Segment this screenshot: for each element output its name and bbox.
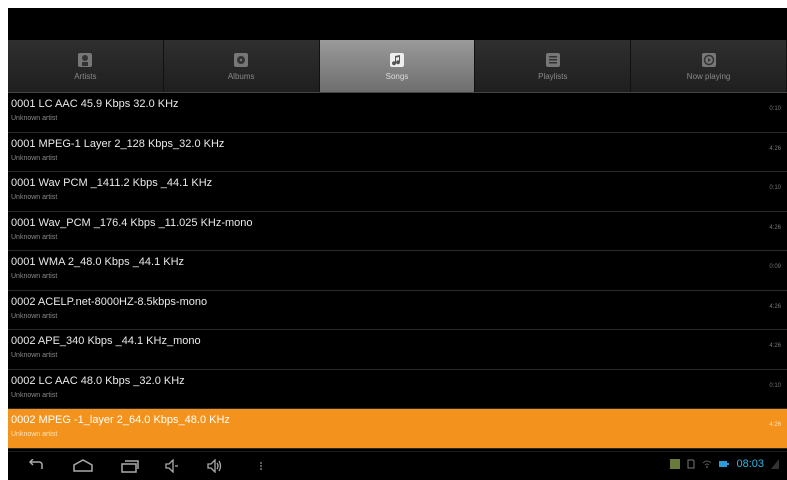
tab-label: Albums <box>227 71 255 81</box>
song-title: 0001 WMA 2_48.0 Kbps _44.1 KHz <box>11 256 185 268</box>
wifi-icon <box>703 460 712 468</box>
song-title: 0002 APE_340 Kbps _44.1 KHz_mono <box>11 335 201 347</box>
list-item[interactable]: 0002 ACELP.net-8000HZ-8.5kbps-mono Unkno… <box>8 290 787 330</box>
list-item[interactable]: 0001 LC AAC 45.9 Kbps 32.0 KHz Unknown a… <box>8 93 787 133</box>
song-artist: Unknown artist <box>11 115 58 122</box>
song-artist: Unknown artist <box>11 312 58 320</box>
song-title: 0001 MPEG-1 Layer 2_128 Kbps_32.0 KHz <box>11 137 225 150</box>
song-artist: Unknown artist <box>11 194 58 201</box>
song-artist: Unknown artist <box>11 431 58 438</box>
playlist-icon <box>545 52 560 67</box>
list-item[interactable]: 0002 APE_340 Kbps _44.1 KHz_mono Unknown… <box>8 330 787 370</box>
top-bar <box>8 8 787 40</box>
battery-icon <box>719 461 730 467</box>
music-app-screen: Artists Albums Songs Playlists Now playi… <box>8 8 787 480</box>
song-artist: Unknown artist <box>11 154 58 162</box>
song-duration: 0:10 <box>769 185 781 191</box>
song-artist: Unknown artist <box>11 273 58 280</box>
status-area[interactable]: 08:03 <box>670 458 779 470</box>
menu-icon[interactable] <box>258 459 264 473</box>
tab-now-playing[interactable]: Now playing <box>631 40 787 92</box>
list-item[interactable]: 0001 Wav PCM _1411.2 Kbps _44.1 KHz Unkn… <box>8 172 787 212</box>
list-item[interactable]: 0001 MPEG-1 Layer 2_128 Kbps_32.0 KHz Un… <box>8 132 787 172</box>
song-title: 0002 ACELP.net-8000HZ-8.5kbps-mono <box>11 295 208 308</box>
tab-label: Playlists <box>538 71 568 81</box>
songs-icon <box>389 52 404 67</box>
list-item-selected[interactable]: 0002 MPEG -1_layer 2_64.0 Kbps_48.0 KHz … <box>8 409 787 449</box>
song-duration: 0:10 <box>769 106 781 112</box>
sd-card-icon <box>687 459 695 469</box>
list-item[interactable]: 0001 WMA 2_48.0 Kbps _44.1 KHz Unknown a… <box>8 251 787 291</box>
list-item[interactable]: 0001 Wav_PCM _176.4 Kbps _11.025 KHz-mon… <box>8 211 787 251</box>
back-icon[interactable] <box>26 459 46 473</box>
tab-albums[interactable]: Albums <box>164 40 320 92</box>
notification-icon <box>670 459 681 469</box>
signal-icon <box>771 459 779 469</box>
song-title: 0001 Wav PCM _1411.2 Kbps _44.1 KHz <box>11 177 213 189</box>
volume-up-icon[interactable] <box>206 459 224 473</box>
song-artist: Unknown artist <box>11 233 58 241</box>
song-duration: 4:26 <box>769 422 781 428</box>
song-title: 0002 LC AAC 48.0 Kbps _32.0 KHz <box>11 374 185 387</box>
tab-bar: Artists Albums Songs Playlists Now playi… <box>8 40 787 93</box>
tab-label: Artists <box>74 71 97 81</box>
album-icon <box>234 52 249 67</box>
song-duration: 4:26 <box>769 303 781 310</box>
artist-icon <box>78 52 93 67</box>
tab-playlists[interactable]: Playlists <box>475 40 632 92</box>
song-artist: Unknown artist <box>11 352 58 359</box>
recent-apps-icon[interactable] <box>120 459 140 473</box>
song-artist: Unknown artist <box>11 391 58 399</box>
song-duration: 4:26 <box>769 343 781 349</box>
status-clock: 08:03 <box>736 458 764 470</box>
tab-artists[interactable]: Artists <box>8 40 164 92</box>
song-duration: 0:10 <box>769 382 781 389</box>
song-title: 0001 LC AAC 45.9 Kbps 32.0 KHz <box>11 98 179 110</box>
song-list[interactable]: 0001 LC AAC 45.9 Kbps 32.0 KHz Unknown a… <box>8 93 787 451</box>
home-icon[interactable] <box>72 459 94 473</box>
now-playing-icon <box>701 52 716 67</box>
song-title: 0002 MPEG -1_layer 2_64.0 Kbps_48.0 KHz <box>11 414 230 426</box>
tab-label: Now playing <box>686 71 731 81</box>
tab-songs[interactable]: Songs <box>319 40 476 92</box>
system-nav-bar: 08:03 <box>8 451 787 480</box>
song-duration: 0:09 <box>769 264 781 270</box>
volume-down-icon[interactable] <box>164 459 180 473</box>
list-item[interactable]: 0002 LC AAC 48.0 Kbps _32.0 KHz Unknown … <box>8 369 787 409</box>
song-duration: 4:26 <box>769 145 781 152</box>
song-title: 0001 Wav_PCM _176.4 Kbps _11.025 KHz-mon… <box>11 216 253 229</box>
song-duration: 4:26 <box>769 224 781 231</box>
tab-label: Songs <box>385 71 409 81</box>
